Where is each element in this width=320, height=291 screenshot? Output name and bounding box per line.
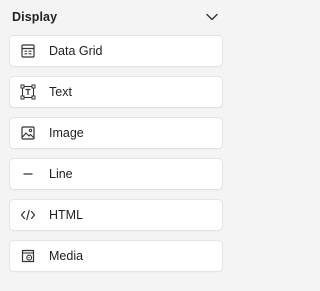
item-html[interactable]: HTML <box>10 200 222 230</box>
item-label: HTML <box>49 208 84 222</box>
display-items-list: Data Grid Text Image Line HTML Media <box>10 34 222 282</box>
item-label: Line <box>49 167 73 181</box>
line-icon <box>20 166 36 182</box>
item-label: Media <box>49 249 84 263</box>
media-icon <box>20 248 36 264</box>
display-section-header[interactable]: Display <box>10 0 222 34</box>
text-icon <box>20 84 36 100</box>
item-label: Text <box>49 85 72 99</box>
data-grid-icon <box>20 43 36 59</box>
item-image[interactable]: Image <box>10 118 222 148</box>
item-data-grid[interactable]: Data Grid <box>10 36 222 66</box>
section-title: Display <box>12 10 58 24</box>
item-label: Image <box>49 126 84 140</box>
item-media[interactable]: Media <box>10 241 222 271</box>
code-icon <box>20 207 36 223</box>
chevron-down-icon[interactable] <box>205 10 219 24</box>
image-icon <box>20 125 36 141</box>
display-panel: Display Data Grid Text Image Line HTML M… <box>0 0 231 291</box>
item-text[interactable]: Text <box>10 77 222 107</box>
item-label: Data Grid <box>49 44 103 58</box>
item-line[interactable]: Line <box>10 159 222 189</box>
